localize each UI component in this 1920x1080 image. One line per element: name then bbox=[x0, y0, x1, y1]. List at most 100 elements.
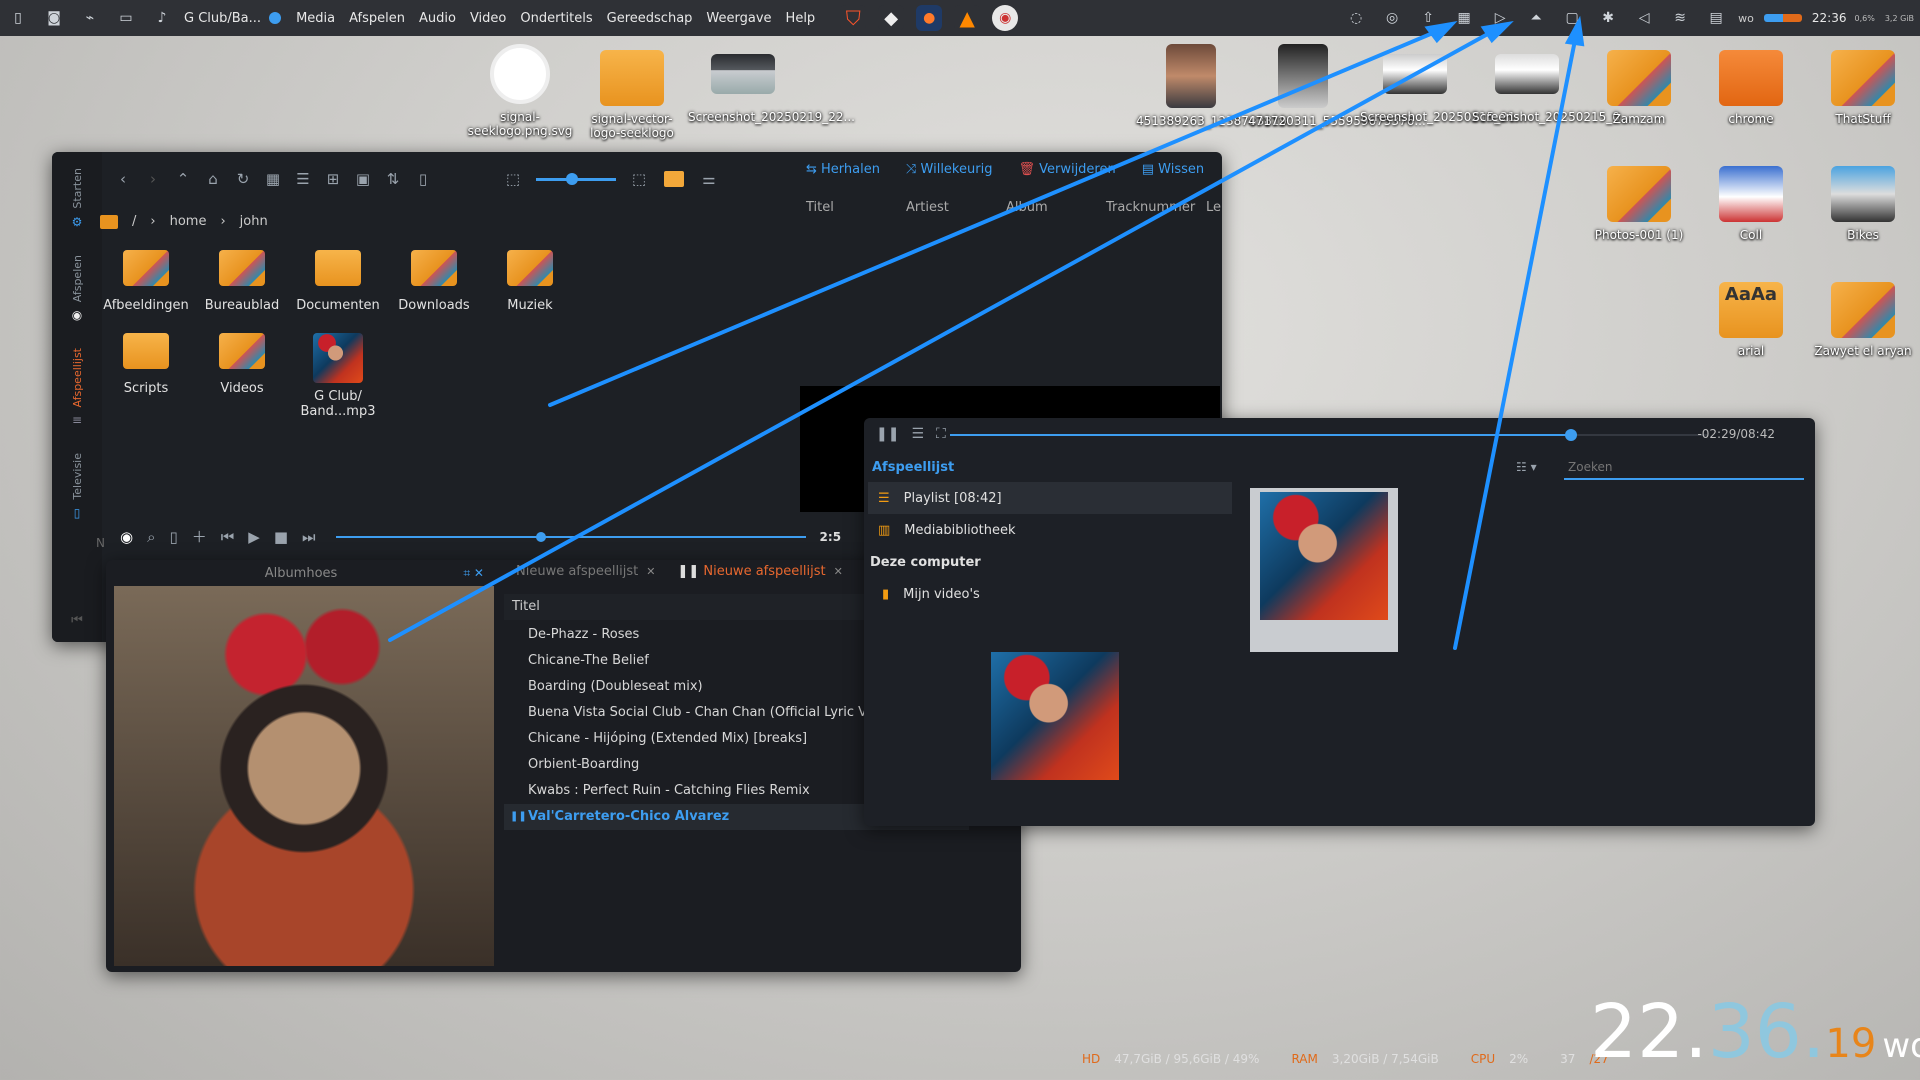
root-folder-icon[interactable] bbox=[100, 214, 118, 229]
stop-icon[interactable]: ■ bbox=[274, 528, 288, 546]
app-title[interactable]: G Club/Ba... bbox=[184, 11, 261, 26]
up-icon[interactable]: ⌃ bbox=[168, 170, 198, 188]
preview-icon[interactable]: ▣ bbox=[348, 170, 378, 188]
menu-weergave[interactable]: Weergave bbox=[699, 11, 778, 26]
fullscreen-icon[interactable]: ⛶ bbox=[936, 426, 946, 442]
brave-icon[interactable]: ⛉ bbox=[840, 5, 867, 31]
vlc-seek-handle[interactable] bbox=[1564, 429, 1577, 441]
folder-videos[interactable]: Videos bbox=[194, 333, 290, 419]
system-monitor-icon[interactable]: ▤ bbox=[1706, 8, 1726, 28]
menu-ondertitels[interactable]: Ondertitels bbox=[513, 11, 599, 26]
desktop-icon-photo-1[interactable]: 451389263_1238783819... bbox=[1136, 44, 1299, 128]
folder-open-icon[interactable] bbox=[664, 171, 684, 187]
side-tab-starten[interactable]: Starten bbox=[71, 162, 84, 215]
folder-muziek[interactable]: Muziek bbox=[482, 250, 578, 313]
breadcrumb-home[interactable]: home bbox=[170, 214, 207, 229]
app-launcher-icon[interactable]: ▯ bbox=[8, 8, 28, 28]
vlc-search[interactable] bbox=[1564, 456, 1804, 480]
vlc-seek-track[interactable] bbox=[950, 429, 1707, 441]
delete-button[interactable]: 🗑 Verwijderen bbox=[1018, 162, 1115, 177]
bluetooth-icon[interactable]: ⌁ bbox=[80, 8, 100, 28]
column-titel[interactable]: Titel bbox=[806, 200, 906, 215]
desktop-icon-photos[interactable]: Photos-001 (1) bbox=[1584, 166, 1694, 242]
open-file-icon[interactable]: ▯ bbox=[170, 528, 178, 546]
vlc-playlist-item[interactable]: ☰ Playlist [08:42] bbox=[868, 482, 1232, 514]
menu-afspelen[interactable]: Afspelen bbox=[342, 11, 412, 26]
playlist-toggle-icon[interactable]: ☰ bbox=[911, 426, 924, 442]
desktop-icon-signal-vector[interactable]: signal-vector-logo-seeklogo bbox=[577, 50, 687, 140]
clipboard-icon[interactable]: ▢ bbox=[1562, 8, 1582, 28]
vlc-media-library-item[interactable]: ▥ Mediabibliotheek bbox=[868, 514, 1232, 546]
zoom-out-icon[interactable]: ⬚ bbox=[498, 170, 528, 188]
record-icon[interactable]: ◉ bbox=[120, 528, 133, 546]
desktop-icon-thatstuff[interactable]: ThatStuff bbox=[1808, 50, 1918, 126]
folder-downloads[interactable]: Downloads bbox=[386, 250, 482, 313]
clear-button[interactable]: ▤ Wissen bbox=[1142, 162, 1204, 177]
menu-help[interactable]: Help bbox=[779, 11, 823, 26]
vlc-icon[interactable]: ▲ bbox=[954, 5, 981, 31]
folder-scripts[interactable]: Scripts bbox=[98, 333, 194, 419]
icon-view-icon[interactable]: ▦ bbox=[258, 170, 288, 188]
inkscape-icon[interactable]: ◆ bbox=[878, 5, 905, 31]
vlc-tray-icon[interactable]: ⏶ bbox=[1526, 8, 1546, 28]
desktop-icon-zawyet[interactable]: Zawyet el aryan bbox=[1808, 282, 1918, 358]
volume-icon[interactable]: ◁ bbox=[1634, 8, 1654, 28]
vlc-search-input[interactable] bbox=[1564, 456, 1804, 478]
firefox-icon[interactable]: ● bbox=[916, 5, 943, 31]
repeat-button[interactable]: ⇆ Herhalen bbox=[806, 162, 880, 177]
playlist-tab-1[interactable]: Nieuwe afspeellijst ✕ bbox=[516, 564, 655, 579]
wifi-icon[interactable]: ≋ bbox=[1670, 8, 1690, 28]
side-tab-televisie[interactable]: Televisie bbox=[71, 447, 84, 506]
breadcrumb-john[interactable]: john bbox=[240, 214, 268, 229]
column-length[interactable]: Le bbox=[1206, 200, 1221, 215]
sort-icon[interactable]: ⇅ bbox=[378, 170, 408, 188]
desktop-icon-screenshot-3[interactable]: Screenshot_20250215_0... bbox=[1472, 54, 1631, 124]
view-mode-icon[interactable]: ☷ ▾ bbox=[1516, 460, 1537, 474]
column-album[interactable]: Album bbox=[1006, 200, 1106, 215]
folder-afbeeldingen[interactable]: Afbeeldingen bbox=[98, 250, 194, 313]
desktop-icon-signal-svg[interactable]: signal-seeklogo.png.svg bbox=[465, 44, 575, 138]
screenshot-icon[interactable]: ◙ bbox=[44, 8, 64, 28]
close-tab-icon[interactable]: ✕ bbox=[646, 565, 655, 578]
folder-icon[interactable]: ▭ bbox=[116, 8, 136, 28]
chat-icon[interactable]: ◌ bbox=[1346, 8, 1366, 28]
split-view-icon[interactable]: ⊞ bbox=[318, 170, 348, 188]
back-icon[interactable]: ‹ bbox=[108, 170, 138, 188]
media-recorder-icon[interactable]: ◉ bbox=[992, 5, 1019, 31]
desktop-icon-coll[interactable]: Coll bbox=[1696, 166, 1806, 242]
bookmark-icon[interactable]: ▯ bbox=[408, 170, 438, 188]
tray-clock[interactable]: 22:36 bbox=[1812, 11, 1847, 25]
record-icon[interactable]: ◎ bbox=[1382, 8, 1402, 28]
file-gclub-mp3[interactable]: G Club/ Band...mp3 bbox=[290, 333, 386, 419]
refresh-icon[interactable]: ↻ bbox=[228, 170, 258, 188]
side-tab-afspelen[interactable]: Afspelen bbox=[71, 249, 84, 308]
seek-handle[interactable] bbox=[535, 531, 546, 542]
next-track-icon[interactable]: ⏭ bbox=[302, 528, 316, 546]
add-icon[interactable]: ＋ bbox=[192, 526, 207, 547]
prev-icon[interactable]: ⏮ bbox=[71, 613, 83, 628]
desktop-icon-screenshot-1[interactable]: Screenshot_20250219_22... bbox=[688, 54, 855, 124]
pause-icon[interactable]: ❚❚ bbox=[876, 426, 899, 442]
desktop-icon-bikes[interactable]: Bikes bbox=[1808, 166, 1918, 242]
play-circle-icon[interactable]: ▷ bbox=[1490, 8, 1510, 28]
desktop-icon-photo-2[interactable]: 471720311_555959675376... bbox=[1248, 44, 1426, 128]
menu-gereedschap[interactable]: Gereedschap bbox=[600, 11, 700, 26]
close-tab-icon[interactable]: ✕ bbox=[834, 565, 843, 578]
zoom-in-icon[interactable]: ⬚ bbox=[624, 170, 654, 188]
side-tab-afspeellijst[interactable]: Afspeellijst bbox=[71, 342, 84, 414]
desktop-icon-chrome[interactable]: chrome bbox=[1696, 50, 1806, 126]
folder-bureaublad[interactable]: Bureaublad bbox=[194, 250, 290, 313]
playlist-tab-2[interactable]: ❚❚ Nieuwe afspeellijst ✕ bbox=[677, 564, 842, 579]
column-tracknummer[interactable]: Tracknummer bbox=[1106, 200, 1206, 215]
search-icon[interactable]: ⌕ bbox=[147, 528, 155, 546]
settings-sliders-icon[interactable]: ⚌ bbox=[694, 170, 724, 188]
desktop-icon-zamzam[interactable]: Zamzam bbox=[1584, 50, 1694, 126]
seek-slider[interactable] bbox=[335, 531, 806, 542]
undock-icon[interactable]: ⌗ ✕ bbox=[463, 566, 484, 581]
desktop-icon-screenshot-2[interactable]: Screenshot_20250215_21... bbox=[1360, 54, 1527, 124]
vlc-my-videos-item[interactable]: ▮ Mijn video's bbox=[868, 578, 1232, 610]
music-note-icon[interactable]: ♪ bbox=[152, 8, 172, 28]
breadcrumb-root[interactable]: / bbox=[132, 214, 136, 229]
zoom-slider-handle[interactable] bbox=[566, 172, 578, 185]
menu-audio[interactable]: Audio bbox=[412, 11, 463, 26]
